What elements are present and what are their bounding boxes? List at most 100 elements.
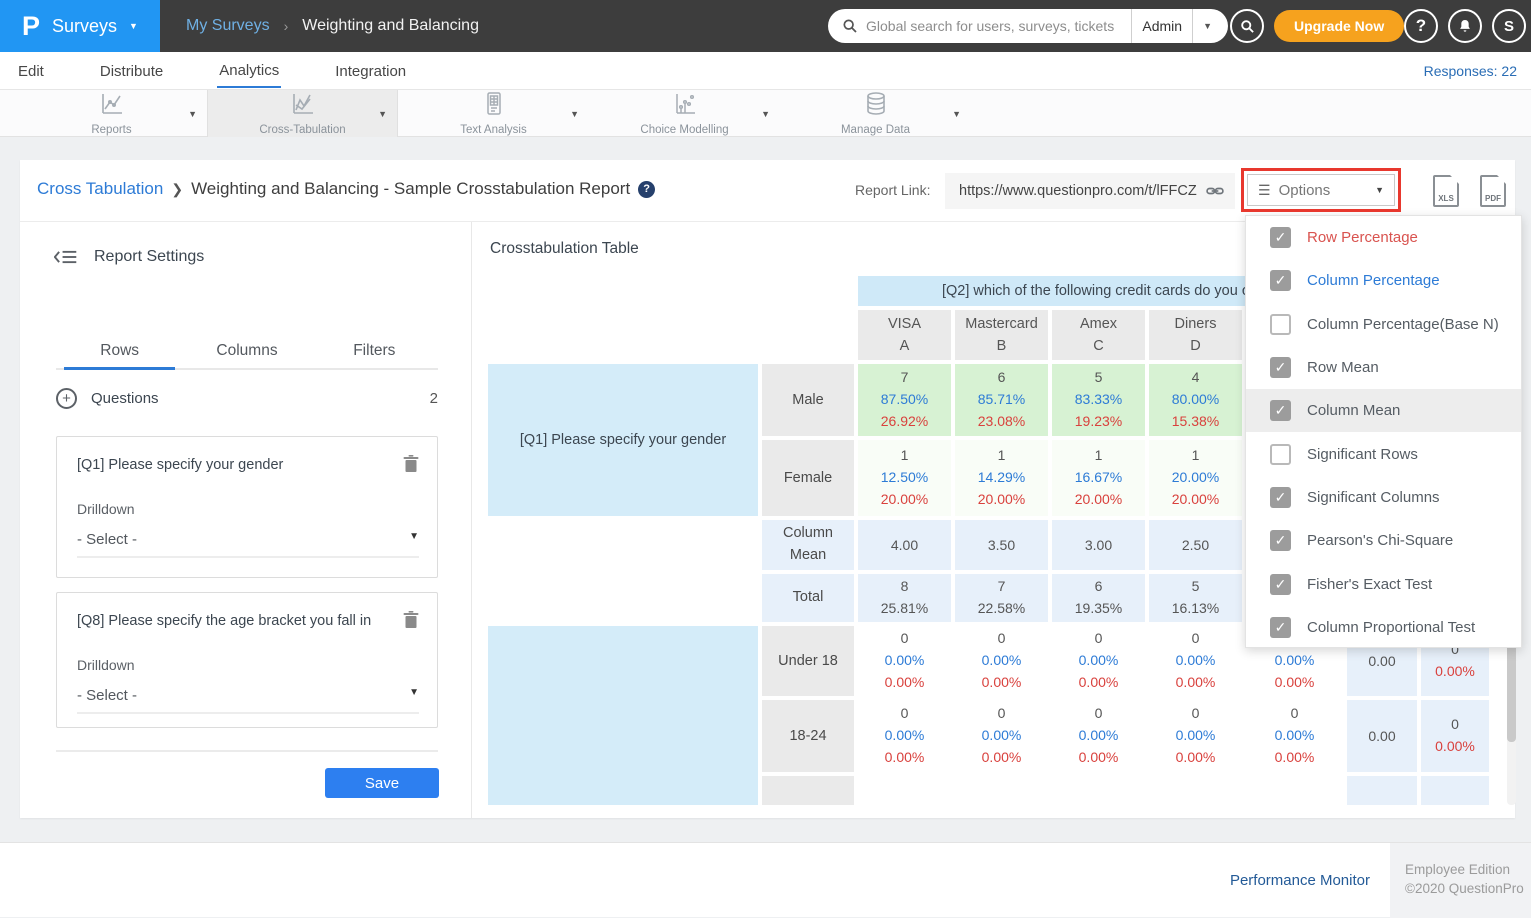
chevron-down-icon[interactable]: ▼ [570, 109, 579, 119]
column-mean-cell: 3.00 [1052, 520, 1145, 570]
chevron-down-icon: ▼ [129, 21, 138, 31]
edition-panel: Employee Edition ©2020 QuestionPro [1390, 843, 1531, 918]
column-mean-cell: 2.50 [1149, 520, 1242, 570]
chevron-down-icon[interactable]: ▼ [952, 109, 961, 119]
copyright-label: ©2020 QuestionPro [1405, 879, 1531, 898]
option-column-proportional-test[interactable]: ✓Column Proportional Test [1246, 606, 1521, 649]
nav-analytics[interactable]: Analytics [217, 53, 281, 88]
toolbar-tab-label: Text Analysis [460, 124, 526, 136]
toolbar-tab-label: Choice Modelling [640, 124, 728, 136]
total-cell: 619.35% [1052, 574, 1145, 622]
total-cell: 825.81% [858, 574, 951, 622]
option-column-mean[interactable]: ✓Column Mean [1246, 389, 1521, 432]
trash-icon[interactable] [403, 611, 419, 629]
data-cell: 00.00%0.00% [858, 700, 951, 772]
toolbar-tab-reports[interactable]: Reports▼ [16, 90, 207, 137]
checkbox-checked-icon[interactable]: ✓ [1270, 617, 1291, 638]
tab-filters[interactable]: Filters [311, 338, 438, 368]
report-title: Weighting and Balancing - Sample Crossta… [191, 179, 630, 199]
database-icon [863, 91, 889, 122]
nav-distribute[interactable]: Distribute [98, 54, 165, 87]
toolbar-tab-manage-data[interactable]: Manage Data▼ [780, 90, 971, 137]
row-stub-total: Total [762, 574, 854, 622]
help-icon[interactable]: ? [638, 181, 655, 198]
questionpro-logo: P [22, 13, 40, 40]
data-cell: 00.00%0.00% [1052, 626, 1145, 696]
data-cell: 787.50%26.92% [858, 364, 951, 436]
checkbox-checked-icon[interactable]: ✓ [1270, 530, 1291, 551]
option-column-percentage[interactable]: ✓Column Percentage [1246, 259, 1521, 302]
checkbox-checked-icon[interactable]: ✓ [1270, 487, 1291, 508]
global-search[interactable]: Admin ▼ [828, 9, 1228, 43]
chevron-down-icon[interactable]: ▼ [761, 109, 770, 119]
search-icon [842, 18, 858, 34]
report-link-box[interactable]: https://www.questionpro.com/t/lFFCZg [945, 173, 1235, 209]
checkbox-checked-icon[interactable]: ✓ [1270, 270, 1291, 291]
data-cell: 00.00%0.00% [955, 626, 1048, 696]
row-stub-female: Female [762, 440, 854, 516]
footer: Performance Monitor Employee Edition ©20… [0, 842, 1531, 917]
options-button[interactable]: ☰ Options ▼ [1247, 174, 1395, 206]
report-url[interactable]: https://www.questionpro.com/t/lFFCZg [959, 183, 1197, 199]
save-button[interactable]: Save [325, 768, 439, 798]
data-cell: 116.67%20.00% [1052, 440, 1145, 516]
notifications-button[interactable] [1448, 9, 1482, 43]
checkbox-checked-icon[interactable]: ✓ [1270, 227, 1291, 248]
drilldown-select[interactable]: - Select - ▼ [77, 531, 419, 558]
toolbar-tab-text-analysis[interactable]: Text Analysis ▼ [398, 90, 589, 137]
drilldown-select[interactable]: - Select - ▼ [77, 687, 419, 714]
checkbox-checked-icon[interactable]: ✓ [1270, 357, 1291, 378]
cross-tabulation-link[interactable]: Cross Tabulation [37, 179, 163, 199]
row-question-q1: [Q1] Please specify your gender [488, 364, 758, 516]
checkbox-unchecked-icon[interactable] [1270, 314, 1291, 335]
link-icon[interactable] [1205, 181, 1225, 201]
search-input[interactable] [866, 18, 1131, 34]
option-label: Significant Rows [1307, 446, 1418, 463]
total-cell: 722.58% [955, 574, 1048, 622]
column-header-diners: DinersD [1149, 310, 1242, 360]
option-significant-rows[interactable]: Significant Rows [1246, 432, 1521, 475]
option-pearson-s-chi-square[interactable]: ✓Pearson's Chi-Square [1246, 519, 1521, 562]
tab-columns[interactable]: Columns [183, 338, 310, 368]
option-label: Significant Columns [1307, 489, 1440, 506]
checkbox-unchecked-icon[interactable] [1270, 444, 1291, 465]
option-significant-columns[interactable]: ✓ Significant Columns [1246, 476, 1521, 519]
upgrade-now-button[interactable]: Upgrade Now [1274, 10, 1404, 42]
breadcrumb-my-surveys[interactable]: My Surveys [186, 17, 270, 35]
option-column-percentage-base-n-[interactable]: Column Percentage(Base N) [1246, 303, 1521, 346]
total-cell: 00.00% [1421, 700, 1489, 772]
options-annotation-highlight: ☰ Options ▼ [1241, 168, 1401, 212]
trash-icon[interactable] [403, 455, 419, 473]
search-submit-button[interactable] [1230, 9, 1264, 43]
toolbar-tab-cross-tabulation[interactable]: Cross-Tabulation▼ [207, 90, 398, 137]
data-cell: 00.00%0.00% [1052, 700, 1145, 772]
text-document-icon [481, 91, 507, 122]
option-row-percentage[interactable]: ✓Row Percentage [1246, 216, 1521, 259]
row-stub-male: Male [762, 364, 854, 436]
tab-rows[interactable]: Rows [56, 338, 183, 368]
export-xls-button[interactable]: XLS [1433, 175, 1459, 207]
chevron-down-icon[interactable]: ▼ [1193, 21, 1216, 31]
chevron-down-icon[interactable]: ▼ [188, 109, 197, 119]
checkbox-checked-icon[interactable]: ✓ [1270, 574, 1291, 595]
help-button[interactable]: ? [1404, 9, 1438, 43]
chevron-down-icon[interactable]: ▼ [378, 109, 387, 119]
checkbox-checked-icon[interactable]: ✓ [1270, 400, 1291, 421]
option-label: Column Percentage(Base N) [1307, 316, 1499, 333]
report-settings-header[interactable]: Report Settings [54, 248, 204, 266]
data-cell: 112.50%20.00% [858, 440, 951, 516]
questionpro-logo-menu[interactable]: P Surveys ▼ [0, 0, 160, 52]
collapse-panel-icon[interactable] [54, 248, 78, 266]
nav-integration[interactable]: Integration [333, 54, 408, 87]
question-title: [Q8] Please specify the age bracket you … [77, 613, 377, 629]
option-row-mean[interactable]: ✓Row Mean [1246, 346, 1521, 389]
option-fisher-s-exact-test[interactable]: ✓Fisher's Exact Test [1246, 562, 1521, 605]
data-cell: 583.33%19.23% [1052, 364, 1145, 436]
toolbar-tab-choice-modelling[interactable]: Choice Modelling ▼ [589, 90, 780, 137]
avatar[interactable]: S [1492, 9, 1526, 43]
nav-edit[interactable]: Edit [16, 54, 46, 87]
performance-monitor-link[interactable]: Performance Monitor [1190, 872, 1370, 889]
add-question-button[interactable]: + [56, 388, 77, 409]
questions-label: Questions [91, 390, 416, 407]
export-pdf-button[interactable]: PDF [1480, 175, 1506, 207]
